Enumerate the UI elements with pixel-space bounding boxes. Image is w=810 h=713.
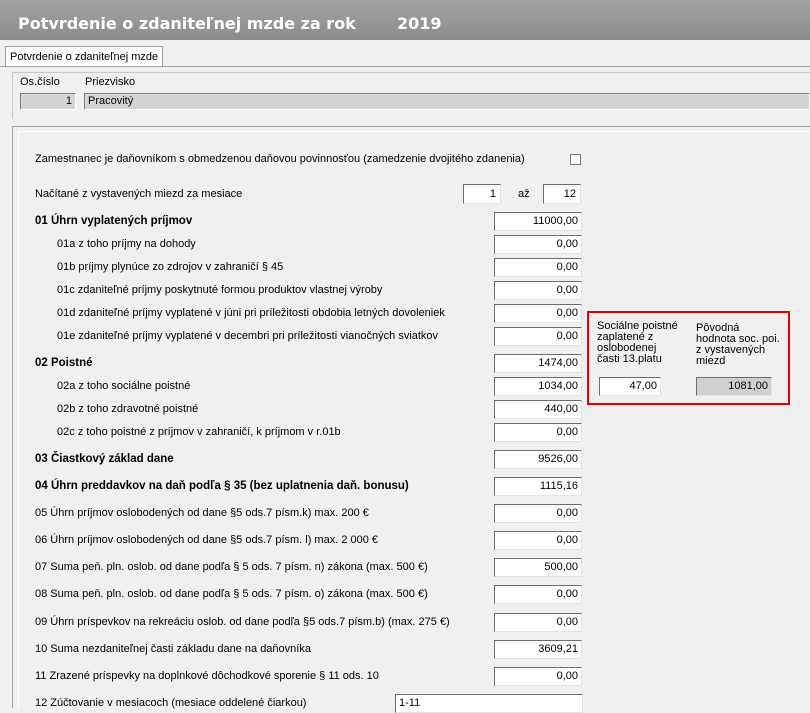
- tab-divider: [0, 66, 810, 67]
- row-value-input-9[interactable]: 0,00: [494, 423, 582, 442]
- row-label-18: 11 Zrazené príspevky na doplnkové dôchod…: [35, 670, 379, 682]
- row-label-0: 01 Úhrn vyplatených príjmov: [35, 215, 193, 227]
- window-title: Potvrdenie o zdaniteľnej mzde za rok: [18, 14, 356, 33]
- row-value-input-4[interactable]: 0,00: [494, 304, 582, 323]
- row-label-10: 03 Čiastkový základ dane: [35, 453, 174, 465]
- months-breakdown-input[interactable]: 1-11: [395, 694, 583, 713]
- row-value-input-3[interactable]: 0,00: [494, 281, 582, 300]
- row-value-input-11[interactable]: 1115,16: [494, 477, 582, 496]
- employee-surname-field[interactable]: Pracovitý: [84, 93, 810, 110]
- title-bar: Potvrdenie o zdaniteľnej mzde za rok 201…: [0, 0, 810, 40]
- row-value-input-8[interactable]: 440,00: [494, 400, 582, 419]
- row-label-17: 10 Suma nezdaniteľnej časti základu dane…: [35, 643, 311, 655]
- row-label-9: 02c z toho poistné z príjmov v zahraničí…: [57, 426, 341, 438]
- original-social-insurance-field[interactable]: 1081,00: [696, 377, 772, 396]
- restricted-taxpayer-checkbox[interactable]: [570, 154, 581, 165]
- row-label-2: 01b príjmy plynúce zo zdrojov v zahranič…: [57, 261, 284, 273]
- row-value-input-6[interactable]: 1474,00: [494, 354, 582, 373]
- row-label-15: 08 Suma peň. pln. oslob. od dane podľa §…: [35, 588, 428, 600]
- row-label-12: 05 Úhrn príjmov oslobodených od dane §5 …: [35, 507, 369, 519]
- row-value-input-14[interactable]: 500,00: [494, 558, 582, 577]
- tab-tax-certificate[interactable]: Potvrdenie o zdaniteľnej mzde: [5, 46, 164, 67]
- month-to-input[interactable]: 12: [543, 184, 581, 204]
- row-value-input-1[interactable]: 0,00: [494, 235, 582, 254]
- window-year: 2019: [397, 14, 442, 33]
- row-value-input-15[interactable]: 0,00: [494, 585, 582, 604]
- row-value-input-5[interactable]: 0,00: [494, 327, 582, 346]
- months-breakdown-label: 12 Zúčtovanie v mesiacoch (mesiace oddel…: [35, 697, 307, 709]
- callout-left-label: Sociálne poistné zaplatené z oslobodenej…: [597, 320, 678, 365]
- row-label-7: 02a z toho sociálne poistné: [57, 380, 191, 392]
- row-label-8: 02b z toho zdravotné poistné: [57, 403, 199, 415]
- callout-right-label: Pôvodná hodnota soc. poi. z vystavených …: [696, 322, 780, 367]
- row-value-input-16[interactable]: 0,00: [494, 613, 582, 632]
- row-label-3: 01c zdaniteľné príjmy poskytnuté formou …: [57, 284, 383, 296]
- social-insurance-callout: Sociálne poistné zaplatené z oslobodenej…: [587, 311, 790, 405]
- row-value-input-17[interactable]: 3609,21: [494, 640, 582, 659]
- row-label-14: 07 Suma peň. pln. oslob. od dane podľa §…: [35, 561, 428, 573]
- row-label-1: 01a z toho príjmy na dohody: [57, 238, 196, 250]
- row-label-4: 01d zdaniteľné príjmy vyplatené v júni p…: [57, 307, 445, 319]
- exempt-social-insurance-input[interactable]: 47,00: [599, 377, 661, 396]
- row-label-5: 01e zdaniteľné príjmy vyplatené v decemb…: [57, 330, 439, 342]
- employee-id-field[interactable]: 1: [20, 93, 76, 110]
- row-value-input-10[interactable]: 9526,00: [494, 450, 582, 469]
- row-value-input-2[interactable]: 0,00: [494, 258, 582, 277]
- month-range-separator: až: [518, 188, 530, 200]
- row-value-input-18[interactable]: 0,00: [494, 667, 582, 686]
- months-loaded-label: Načítané z vystavených miezd za mesiace: [35, 188, 243, 200]
- row-value-input-0[interactable]: 11000,00: [494, 212, 582, 231]
- row-label-11: 04 Úhrn preddavkov na daň podľa § 35 (be…: [35, 480, 409, 492]
- employee-surname-label: Priezvisko: [85, 76, 136, 88]
- row-label-6: 02 Poistné: [35, 357, 93, 369]
- row-value-input-7[interactable]: 1034,00: [494, 377, 582, 396]
- employee-id-label: Os.číslo: [20, 76, 60, 88]
- month-from-input[interactable]: 1: [463, 184, 501, 204]
- restricted-taxpayer-label: Zamestnanec je daňovníkom s obmedzenou d…: [35, 153, 525, 165]
- row-label-13: 06 Úhrn príjmov oslobodených od dane §5 …: [35, 534, 379, 546]
- row-label-16: 09 Úhrn príspevkov na rekreáciu oslob. o…: [35, 616, 450, 628]
- row-value-input-13[interactable]: 0,00: [494, 531, 582, 550]
- row-value-input-12[interactable]: 0,00: [494, 504, 582, 523]
